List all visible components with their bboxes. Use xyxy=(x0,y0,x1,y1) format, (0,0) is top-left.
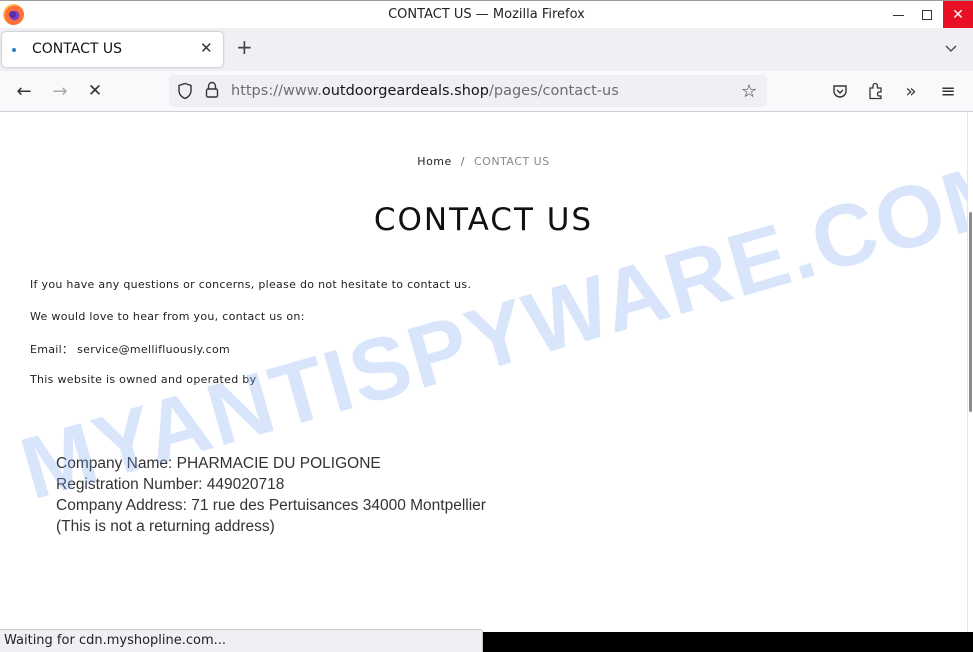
breadcrumb-current: CONTACT US xyxy=(474,155,550,168)
status-text: Waiting for cdn.myshopline.com... xyxy=(4,633,227,648)
tab-strip: CONTACT US ✕ + xyxy=(0,28,973,71)
minimize-button[interactable] xyxy=(883,1,913,28)
bookmark-star-icon[interactable]: ☆ xyxy=(741,81,757,102)
pocket-icon xyxy=(833,85,847,98)
more-tools-button[interactable]: » xyxy=(901,80,921,102)
address-note: (This is not a returning address) xyxy=(56,518,275,535)
taskbar-strip xyxy=(483,632,973,652)
maximize-icon xyxy=(922,9,932,20)
url-prefix: https://www. xyxy=(231,83,322,99)
tab-contact-us[interactable]: CONTACT US ✕ xyxy=(2,32,223,67)
email-paragraph: Email： service@mellifluously.com xyxy=(30,343,230,356)
tab-close-button[interactable]: ✕ xyxy=(200,39,213,57)
maximize-button[interactable] xyxy=(912,1,942,28)
status-panel: Waiting for cdn.myshopline.com... xyxy=(0,629,483,652)
company-info: Company Name: PHARMACIE DU POLIGONE Regi… xyxy=(56,453,486,537)
window-title: CONTACT US — Mozilla Firefox xyxy=(388,7,585,22)
extensions-button[interactable] xyxy=(866,81,886,101)
pocket-button[interactable] xyxy=(830,81,850,101)
tab-label: CONTACT US xyxy=(32,41,122,57)
arrow-right-icon: → xyxy=(52,80,68,102)
back-button[interactable]: ← xyxy=(11,79,37,103)
title-bar: CONTACT US — Mozilla Firefox ✕ xyxy=(0,0,973,28)
page-title: CONTACT US xyxy=(373,202,594,238)
owner-paragraph: This website is owned and operated by xyxy=(30,373,257,386)
stop-icon: ✕ xyxy=(87,81,103,101)
breadcrumb-home-link[interactable]: Home xyxy=(417,155,451,168)
contact-paragraph: We would love to hear from you, contact … xyxy=(30,310,305,323)
hamburger-menu-icon: ≡ xyxy=(940,80,956,102)
page-scrollbar[interactable] xyxy=(967,112,973,652)
url-domain: outdoorgeardeals.shop xyxy=(321,83,489,99)
lock-icon[interactable] xyxy=(205,81,219,99)
scrollbar-thumb[interactable] xyxy=(969,212,972,412)
company-name: Company Name: PHARMACIE DU POLIGONE xyxy=(56,455,381,472)
app-menu-button[interactable]: ≡ xyxy=(938,80,958,102)
intro-paragraph: If you have any questions or concerns, p… xyxy=(30,278,472,291)
tab-loading-icon xyxy=(12,48,16,52)
list-all-tabs-button[interactable] xyxy=(944,41,958,55)
company-address: Company Address: 71 rue des Pertuisances… xyxy=(56,497,486,514)
navigation-toolbar: ← → ✕ https://www.outdoorgeardeals.shop/… xyxy=(0,71,973,112)
address-bar[interactable]: https://www.outdoorgeardeals.shop/pages/… xyxy=(169,75,767,107)
new-tab-button[interactable]: + xyxy=(236,37,253,57)
close-window-button[interactable]: ✕ xyxy=(943,1,973,28)
page-content: Home / CONTACT US CONTACT US If you have a… xyxy=(0,112,967,652)
shield-icon[interactable] xyxy=(177,82,193,100)
puzzle-piece-icon xyxy=(869,82,882,100)
breadcrumb-separator: / xyxy=(460,155,465,168)
close-icon: ✕ xyxy=(952,6,964,23)
stop-button[interactable]: ✕ xyxy=(82,79,108,103)
url-path: /pages/contact-us xyxy=(488,83,619,99)
arrow-left-icon: ← xyxy=(16,80,32,102)
double-chevron-icon: » xyxy=(905,80,917,102)
registration-number: Registration Number: 449020718 xyxy=(56,476,285,493)
minimize-icon xyxy=(892,14,904,17)
url-text[interactable]: https://www.outdoorgeardeals.shop/pages/… xyxy=(231,83,619,99)
breadcrumb: Home / CONTACT US xyxy=(0,155,967,168)
forward-button[interactable]: → xyxy=(47,79,73,103)
